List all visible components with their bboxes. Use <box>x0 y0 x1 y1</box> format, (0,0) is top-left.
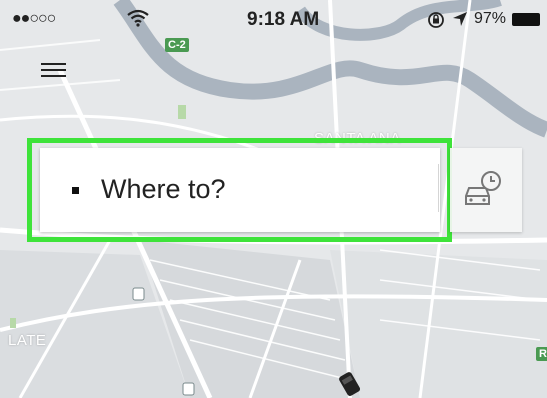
where-to-label: Where to? <box>101 174 226 204</box>
map-label-right-edge: R <box>536 347 547 361</box>
signal-strength: ●●○○○ <box>12 10 56 27</box>
battery-icon <box>512 13 540 26</box>
destination-square-icon <box>72 187 79 194</box>
status-bar: ●●○○○ 9:18 AM 97% <box>0 0 547 40</box>
route-badge: C-2 <box>165 38 189 52</box>
wifi-icon <box>127 9 149 32</box>
car-clock-icon <box>465 171 501 205</box>
map-label-late: LATE <box>8 332 47 349</box>
location-arrow-icon <box>452 11 468 32</box>
battery-percent: 97% <box>474 10 507 27</box>
uber-home-screen: C-2 SANTA ANA LATE R ●●○○○ 9:18 AM 97% W… <box>0 0 547 398</box>
where-to-search-box[interactable]: Where to? <box>40 148 440 232</box>
search-divider <box>438 164 439 212</box>
status-time: 9:18 AM <box>247 9 320 30</box>
hamburger-menu-icon[interactable] <box>36 56 72 86</box>
schedule-ride-button[interactable] <box>450 148 522 232</box>
rotation-lock-icon <box>427 11 445 34</box>
